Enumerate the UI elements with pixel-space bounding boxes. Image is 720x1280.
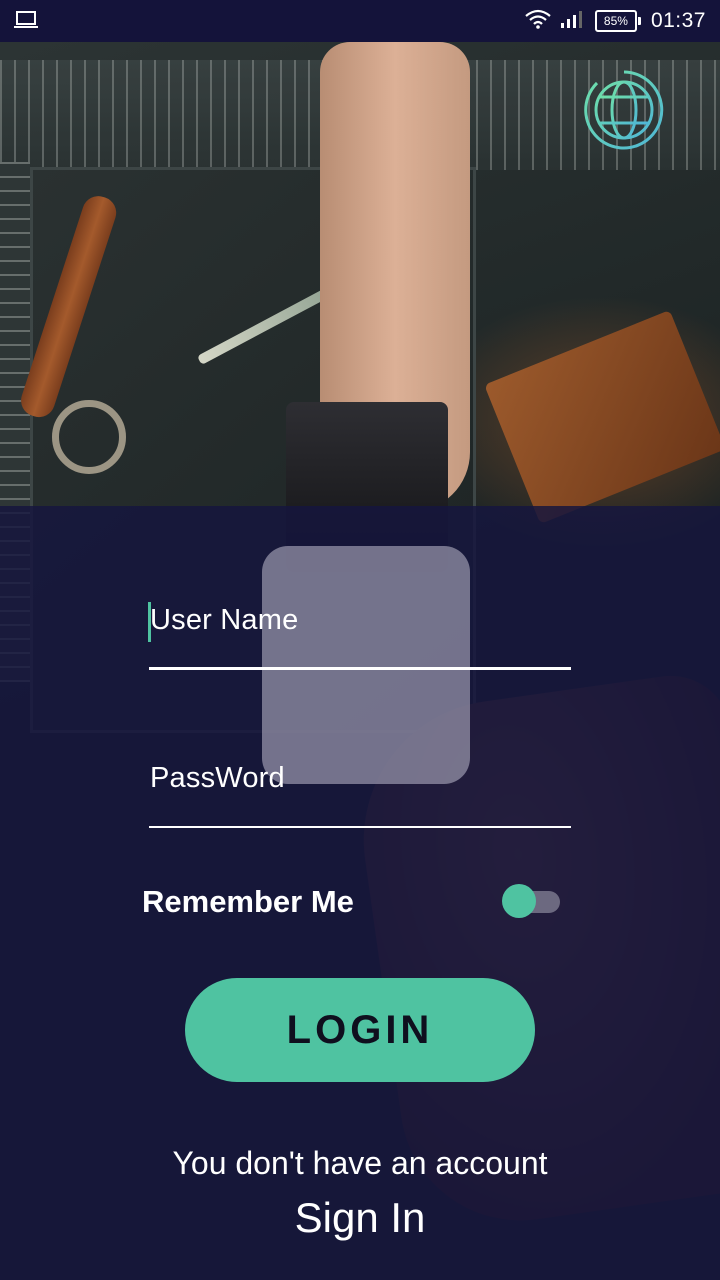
clock: 01:37 xyxy=(650,9,706,32)
status-bar: 85% 01:37 xyxy=(0,0,720,42)
battery-icon: 85% xyxy=(594,10,641,32)
wifi-icon xyxy=(525,9,551,34)
status-icons: 85% 01:37 xyxy=(525,0,706,42)
battery-percent: 85% xyxy=(594,10,637,32)
username-underline xyxy=(149,667,571,670)
username-field[interactable]: User Name xyxy=(150,604,298,637)
no-account-text: You don't have an account xyxy=(172,1145,548,1181)
remember-me-label: Remember Me xyxy=(142,884,354,919)
signal-icon xyxy=(560,9,585,34)
login-button[interactable]: LOGIN xyxy=(185,978,535,1082)
sign-in-link[interactable]: Sign In xyxy=(0,1194,720,1242)
remember-me-toggle[interactable] xyxy=(502,884,560,918)
login-form: User Name PassWord Remember Me LOGIN You… xyxy=(0,0,720,1280)
laptop-icon xyxy=(14,10,38,35)
password-field[interactable]: PassWord xyxy=(150,762,285,795)
password-underline xyxy=(149,826,571,828)
toggle-thumb xyxy=(502,884,536,918)
